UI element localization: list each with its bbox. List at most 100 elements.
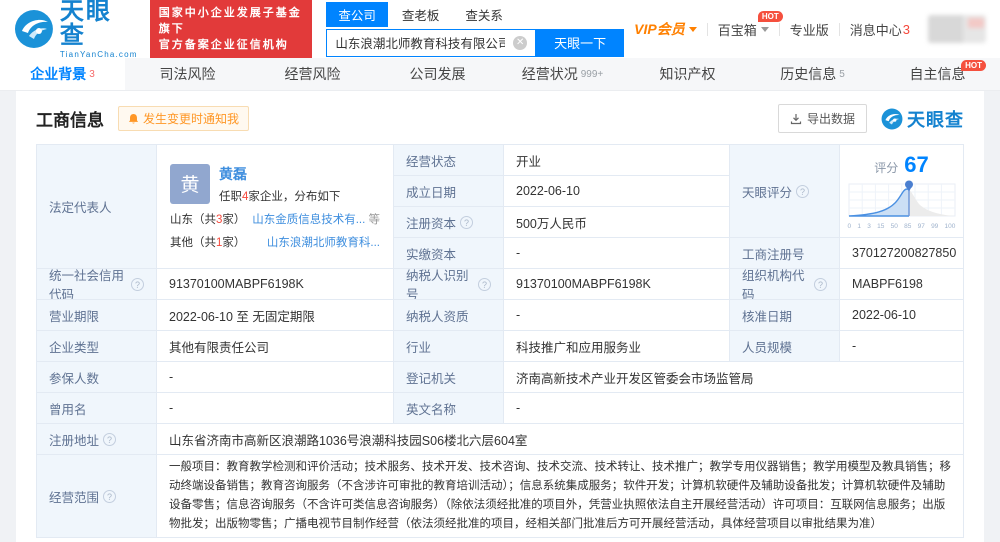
header: 天眼查 TianYanCha.com 国家中小企业发展子基金旗下 官方备案企业征… (0, 0, 1000, 58)
business-info-card: 工商信息 发生变更时通知我 导出数据 天眼查 法定代表人 黄 黄磊 任职4家企业… (16, 91, 984, 542)
field-value-reg-no: 370127200827850 (840, 238, 964, 269)
search-tab-boss[interactable]: 查老板 (390, 2, 452, 27)
legal-rep-name-link[interactable]: 黄磊 (219, 166, 247, 182)
search-input[interactable] (327, 35, 514, 50)
field-label-tianyan-score: 天眼评分 (730, 145, 840, 238)
chevron-down-icon (760, 26, 769, 32)
field-label-term: 营业期限 (37, 300, 157, 331)
pro-version-link[interactable]: 专业版 (780, 20, 839, 39)
export-data-button[interactable]: 导出数据 (777, 104, 867, 133)
field-value-credit-code: 91370100MABPF6198K (157, 269, 394, 300)
tab-count: 999+ (580, 68, 604, 80)
field-label-former-name: 曾用名 (37, 393, 157, 424)
score-prefix: 评分 (874, 161, 899, 175)
tab-history-info[interactable]: 历史信息 5 (750, 58, 875, 90)
field-value-org-code: MABPF6198 (840, 269, 964, 300)
legal-rep-cell: 黄 黄磊 任职4家企业，分布如下 山东（共3家） 山东金质信息技术有... 等 … (157, 145, 394, 269)
field-label-registry: 登记机关 (394, 362, 504, 393)
field-value-ent-type: 其他有限责任公司 (157, 331, 394, 362)
help-icon[interactable] (131, 277, 144, 291)
logo-text: 天眼查 (59, 0, 112, 49)
message-center-link[interactable]: 消息中心 3 (840, 20, 920, 39)
field-label-reg-capital: 注册资本 (394, 207, 504, 238)
company-nav-tabs: 企业背景 3 司法风险 经营风险 公司发展 经营状况 999+ 知识产权 历史信息 5… (0, 58, 1000, 91)
tianyancha-logo-icon (14, 10, 53, 48)
field-value-reg-capital: 500万人民币 (504, 207, 730, 238)
help-icon[interactable] (103, 489, 117, 503)
hot-badge: HOT (961, 60, 986, 71)
field-label-industry: 行业 (394, 331, 504, 362)
field-value-staff: - (840, 331, 964, 362)
field-value-est-date: 2022-06-10 (504, 176, 730, 207)
tab-operating-risk[interactable]: 经营风险 (250, 58, 375, 90)
tianyancha-watermark: 天眼查 (881, 106, 964, 132)
bell-icon (128, 113, 139, 123)
tab-self-published-info[interactable]: 自主信息 HOT (875, 58, 1000, 90)
score-distribution-chart (848, 180, 955, 217)
tianyan-score-cell[interactable]: 评分 67 0 1 3 15 50 85 97 99 100 (840, 145, 964, 238)
field-label-insured: 参保人数 (37, 362, 157, 393)
help-icon[interactable] (103, 432, 117, 446)
help-icon[interactable] (796, 184, 810, 198)
field-value-term: 2022-06-10 至 无固定期限 (157, 300, 394, 331)
legal-rep-tenure: 任职4家企业，分布如下 (219, 190, 341, 203)
field-label-approve-date: 核准日期 (730, 300, 840, 331)
search-button[interactable]: 天眼一下 (536, 28, 625, 57)
score-axis-ticks: 0 1 3 15 50 85 97 99 100 (847, 223, 956, 230)
field-label-reg-no: 工商注册号 (730, 238, 840, 269)
business-info-table: 法定代表人 黄 黄磊 任职4家企业，分布如下 山东（共3家） 山东金质信息技术有… (36, 144, 964, 538)
legal-rep-region-row: 其他（共1家） 山东浪潮北师教育科... (170, 236, 380, 249)
field-value-scope: 一般项目：教育教学检测和评价活动；技术服务、技术开发、技术咨询、技术交流、技术转… (157, 455, 964, 538)
tab-enterprise-background[interactable]: 企业背景 3 (0, 58, 125, 90)
toolbox-menu[interactable]: 百宝箱 HOT (708, 10, 783, 39)
tab-operating-status[interactable]: 经营状况 999+ (500, 58, 625, 90)
tab-intellectual-property[interactable]: 知识产权 (625, 58, 750, 90)
field-label-en-name: 英文名称 (394, 393, 504, 424)
field-value-industry: 科技推广和应用服务业 (504, 331, 730, 362)
search-tab-relation[interactable]: 查关系 (453, 2, 515, 27)
field-label-tax-quality: 纳税人资质 (394, 300, 504, 331)
tab-count: 3 (89, 68, 95, 80)
clear-search-icon[interactable]: ✕ (513, 35, 528, 50)
user-avatar-blurred[interactable] (928, 15, 986, 43)
field-label-credit-code: 统一社会信用代码 (37, 269, 157, 300)
top-menu: VIP会员 百宝箱 HOT 专业版 消息中心 3 (624, 10, 986, 43)
field-value-approve-date: 2022-06-10 (840, 300, 964, 331)
help-icon[interactable] (814, 277, 827, 291)
tab-judicial-risk[interactable]: 司法风险 (125, 58, 250, 90)
score-value: 67 (904, 152, 929, 177)
field-value-address: 山东省济南市高新区浪潮路1036号浪潮科技园S06楼北六层604室 (157, 424, 964, 455)
field-label-status: 经营状态 (394, 145, 504, 176)
field-value-registry: 济南高新技术产业开发区管委会市场监管局 (504, 362, 964, 393)
tab-company-development[interactable]: 公司发展 (375, 58, 500, 90)
field-label-scope: 经营范围 (37, 455, 157, 538)
related-company-link[interactable]: 山东浪潮北师教育科... (267, 237, 380, 249)
field-value-tax-quality: - (504, 300, 730, 331)
vip-menu[interactable]: VIP会员 (624, 19, 707, 39)
help-icon[interactable] (478, 277, 491, 291)
legal-rep-avatar[interactable]: 黄 (170, 163, 210, 204)
legal-rep-region-row: 山东（共3家） 山东金质信息技术有... 等 (170, 213, 380, 226)
search-area: 查公司 查老板 查关系 ✕ 天眼一下 (326, 1, 625, 57)
field-label-ent-type: 企业类型 (37, 331, 157, 362)
help-icon[interactable] (460, 215, 474, 229)
notify-on-change-button[interactable]: 发生变更时通知我 (118, 106, 250, 131)
field-value-status: 开业 (504, 145, 730, 176)
search-tab-company[interactable]: 查公司 (326, 1, 388, 27)
field-value-en-name: - (504, 393, 964, 424)
field-label-paid-capital: 实缴资本 (394, 238, 504, 269)
tab-count: 5 (839, 68, 845, 80)
related-company-link[interactable]: 山东金质信息技术有... (252, 214, 365, 226)
message-count-badge: 3 (902, 21, 910, 37)
field-value-insured: - (157, 362, 394, 393)
field-label-org-code: 组织机构代码 (730, 269, 840, 300)
chevron-down-icon (688, 26, 697, 32)
download-icon (790, 113, 802, 124)
field-value-former-name: - (157, 393, 394, 424)
tianyancha-logo[interactable]: 天眼查 TianYanCha.com (14, 0, 138, 59)
field-label-est-date: 成立日期 (394, 176, 504, 207)
section-title: 工商信息 (36, 111, 104, 130)
field-label-address: 注册地址 (37, 424, 157, 455)
field-label-staff: 人员规模 (730, 331, 840, 362)
field-label-legal-rep: 法定代表人 (37, 145, 157, 269)
